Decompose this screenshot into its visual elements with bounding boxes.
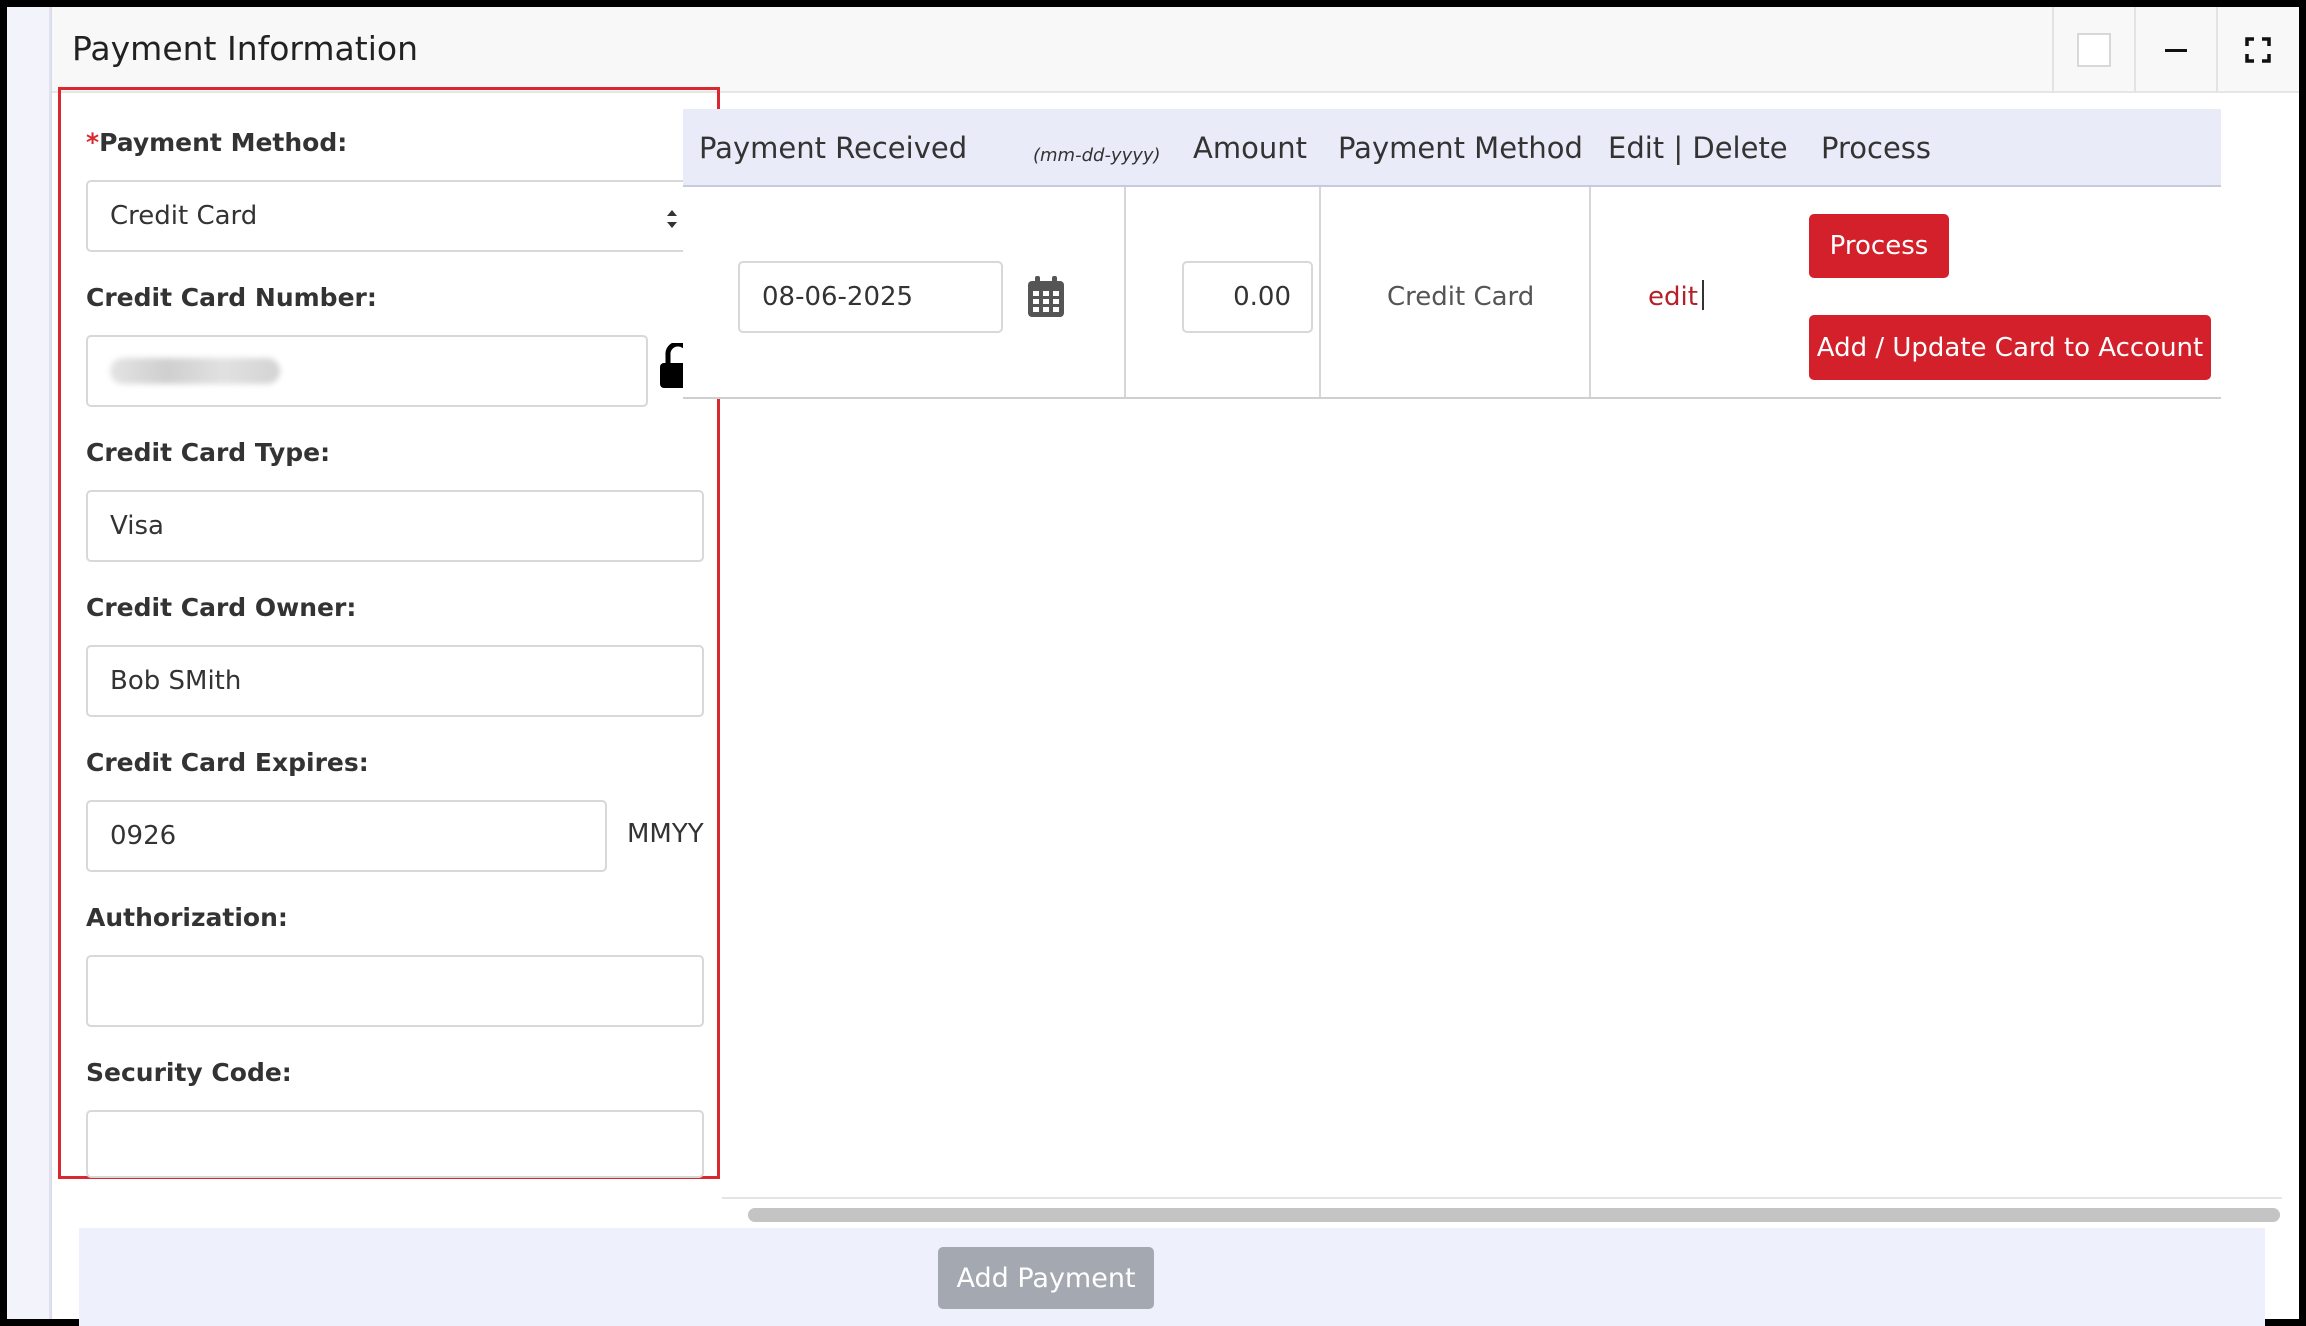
- footer-bar: [79, 1228, 2265, 1326]
- cc-expires-label: Credit Card Expires:: [86, 748, 369, 777]
- th-process: Process: [1821, 131, 1932, 165]
- th-payment-method: Payment Method: [1338, 131, 1583, 165]
- process-button[interactable]: Process: [1809, 214, 1949, 278]
- masked-card-number: [110, 358, 280, 384]
- cc-owner-input[interactable]: Bob SMith: [86, 645, 704, 717]
- calendar-icon[interactable]: [1026, 275, 1066, 319]
- column-divider: [1589, 187, 1591, 397]
- maximize-icon: [2245, 37, 2271, 63]
- cc-number-label: Credit Card Number:: [86, 283, 377, 312]
- payments-table-header: Payment Received (mm-dd-yyyy) Amount Pay…: [683, 109, 2221, 187]
- security-code-input[interactable]: [86, 1110, 704, 1178]
- amount-input[interactable]: 0.00: [1182, 261, 1313, 333]
- add-payment-button[interactable]: Add Payment: [938, 1247, 1154, 1309]
- checkbox-icon: [2077, 33, 2111, 67]
- payment-method-selected-value: Credit Card: [110, 201, 258, 231]
- minimize-button[interactable]: [2134, 7, 2216, 93]
- payment-date-input[interactable]: 08-06-2025: [738, 261, 1003, 333]
- payment-method-label: *Payment Method:: [86, 128, 348, 157]
- cc-owner-label: Credit Card Owner:: [86, 593, 357, 622]
- authorization-input[interactable]: [86, 955, 704, 1027]
- column-divider: [1124, 187, 1126, 397]
- column-divider: [1319, 187, 1321, 397]
- scrollbar-thumb[interactable]: [748, 1208, 2280, 1222]
- cc-type-input[interactable]: Visa: [86, 490, 704, 562]
- edit-link[interactable]: edit: [1648, 282, 1698, 312]
- credit-card-form-highlight: *Payment Method: Credit Card Credit Card…: [58, 87, 720, 1179]
- th-amount: Amount: [1193, 131, 1307, 165]
- cc-number-input[interactable]: [86, 335, 648, 407]
- th-edit-delete: Edit | Delete: [1608, 131, 1788, 165]
- panel-select-button[interactable]: [2052, 7, 2134, 93]
- panel-title: Payment Information: [72, 29, 418, 68]
- maximize-button[interactable]: [2216, 7, 2298, 93]
- screen: Payment Information *Payment Method: Cre…: [0, 0, 2306, 1326]
- left-gutter: [7, 7, 51, 1319]
- required-marker: *: [86, 128, 100, 157]
- expires-format-hint: MMYY: [627, 819, 704, 849]
- cc-type-label: Credit Card Type:: [86, 438, 331, 467]
- payment-method-select[interactable]: Credit Card: [86, 180, 704, 252]
- security-code-label: Security Code:: [86, 1058, 292, 1087]
- row-payment-method: Credit Card: [1387, 282, 1535, 312]
- minimize-icon: [2165, 48, 2187, 52]
- select-arrows-icon: [667, 210, 677, 228]
- panel-header: Payment Information: [52, 7, 2299, 93]
- authorization-label: Authorization:: [86, 903, 288, 932]
- th-payment-received: Payment Received: [699, 131, 968, 165]
- th-date-format: (mm-dd-yyyy): [1033, 145, 1161, 166]
- add-update-card-button[interactable]: Add / Update Card to Account: [1809, 315, 2211, 380]
- edit-delete-separator: [1702, 280, 1704, 310]
- cc-expires-input[interactable]: 0926: [86, 800, 607, 872]
